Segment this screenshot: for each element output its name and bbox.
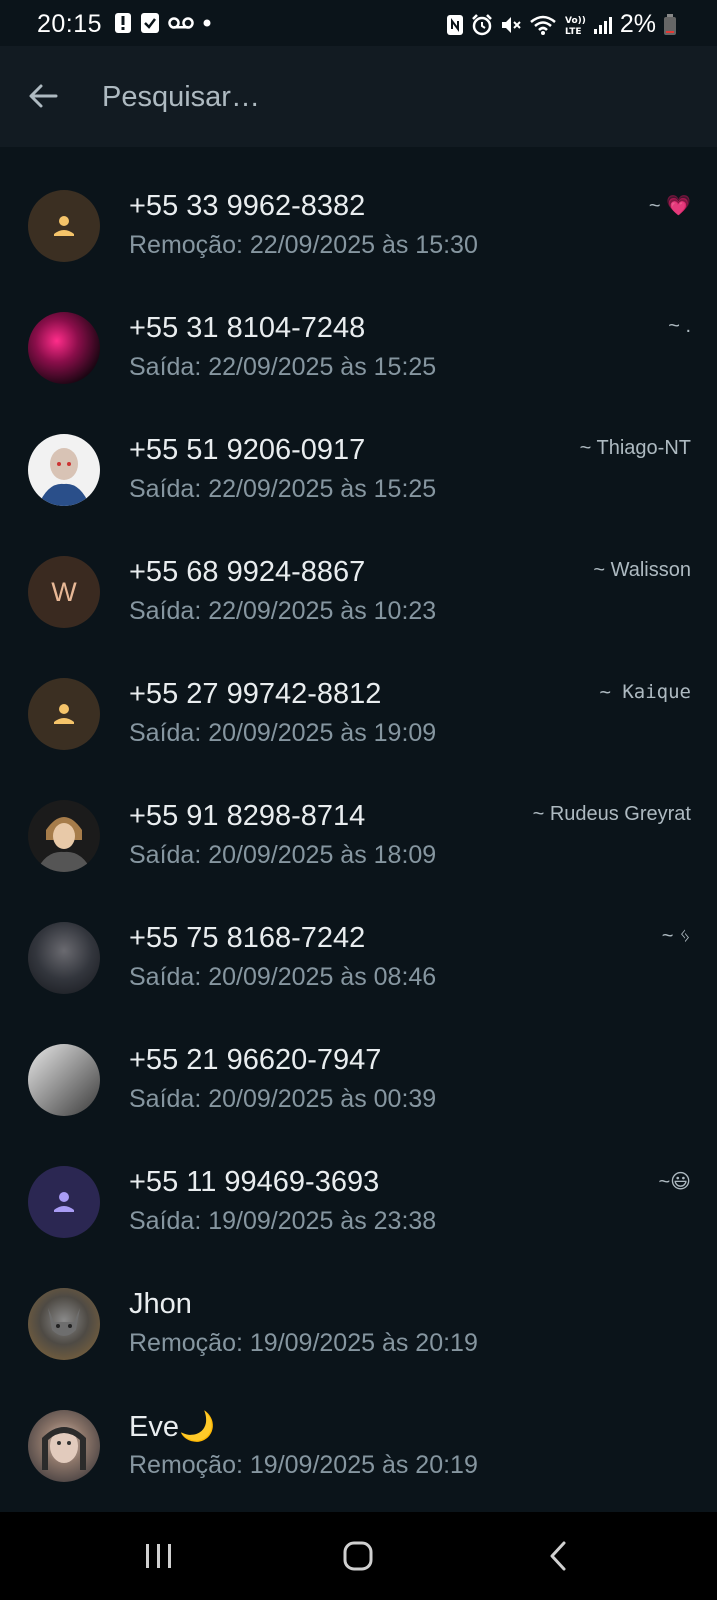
person-icon xyxy=(54,704,74,724)
contact-name: +55 33 9962-8382 xyxy=(129,190,366,222)
volte-icon: Vo)) LTE xyxy=(564,13,586,37)
battery-icon xyxy=(663,13,677,36)
alert-icon xyxy=(114,12,132,34)
search-input[interactable] xyxy=(100,74,664,120)
back-icon xyxy=(550,1541,566,1571)
list-item[interactable]: +55 91 8298-8714 Saída: 20/09/2025 às 18… xyxy=(0,775,717,897)
list-item[interactable]: +55 11 99469-3693 Saída: 19/09/2025 às 2… xyxy=(0,1141,717,1263)
contact-name: +55 27 99742-8812 xyxy=(129,678,382,710)
contact-status: Remoção: 19/09/2025 às 20:19 xyxy=(129,1451,478,1479)
contact-status: Saída: 19/09/2025 às 23:38 xyxy=(129,1207,437,1235)
contact-status: Saída: 22/09/2025 às 15:25 xyxy=(129,475,437,503)
status-time: 20:15 xyxy=(37,10,103,38)
contact-name: Jhon xyxy=(129,1288,192,1320)
push-name: ~ . xyxy=(668,315,691,337)
check-box-icon xyxy=(140,12,160,34)
contact-name: +55 21 96620-7947 xyxy=(129,1044,382,1076)
default-avatar xyxy=(28,678,100,750)
push-name: ~😃 xyxy=(658,1171,691,1193)
contact-name: Eve🌙 xyxy=(129,1411,216,1443)
photo-avatar xyxy=(28,922,100,994)
list-item[interactable]: +55 33 9962-8382 Remoção: 22/09/2025 às … xyxy=(0,165,717,287)
contact-status: Remoção: 22/09/2025 às 15:30 xyxy=(129,231,478,259)
contact-name: +55 51 9206-0917 xyxy=(129,434,366,466)
contact-status: Saída: 20/09/2025 às 18:09 xyxy=(129,841,437,869)
contact-name: +55 68 9924-8867 xyxy=(129,556,366,588)
navigation-bar xyxy=(0,1512,717,1600)
svg-text:LTE: LTE xyxy=(565,27,582,37)
dot-icon xyxy=(202,18,212,28)
push-name: ~ Walisson xyxy=(593,559,691,581)
photo-avatar xyxy=(28,434,100,506)
list-item[interactable]: W +55 68 9924-8867 Saída: 22/09/2025 às … xyxy=(0,531,717,653)
list-item[interactable]: +55 27 99742-8812 Saída: 20/09/2025 às 1… xyxy=(0,653,717,775)
avatar-image xyxy=(38,448,90,506)
list-item[interactable]: Eve🌙 Remoção: 19/09/2025 às 20:19 xyxy=(0,1385,717,1507)
push-name: ~ ᛃ xyxy=(661,925,691,947)
default-avatar xyxy=(28,1166,100,1238)
push-name: ~ Thiago-NT xyxy=(579,437,691,459)
arrow-left-icon xyxy=(29,84,58,108)
contact-list: +55 33 9962-8382 Remoção: 22/09/2025 às … xyxy=(0,165,717,1507)
contact-status: Saída: 22/09/2025 às 15:25 xyxy=(129,353,437,381)
back-button[interactable] xyxy=(24,76,64,116)
list-item[interactable]: +55 75 8168-7242 Saída: 20/09/2025 às 08… xyxy=(0,897,717,1019)
contact-status: Remoção: 19/09/2025 às 20:19 xyxy=(129,1329,478,1357)
recent-apps-icon xyxy=(146,1544,171,1568)
list-item[interactable]: +55 21 96620-7947 Saída: 20/09/2025 às 0… xyxy=(0,1019,717,1141)
home-icon xyxy=(343,1541,373,1571)
push-name: ~ Kaique xyxy=(599,681,691,703)
nav-back-button[interactable] xyxy=(538,1534,582,1578)
contact-name: +55 31 8104-7248 xyxy=(129,312,366,344)
push-name: ~ 💗 xyxy=(648,195,691,217)
avatar-image xyxy=(36,817,92,872)
contact-name: +55 11 99469-3693 xyxy=(129,1166,380,1198)
home-button[interactable] xyxy=(337,1534,381,1578)
wifi-icon xyxy=(529,14,557,36)
contact-name: +55 75 8168-7242 xyxy=(129,922,366,954)
photo-avatar xyxy=(28,1044,100,1116)
nfc-icon xyxy=(446,14,464,36)
contact-status: Saída: 20/09/2025 às 08:46 xyxy=(129,963,437,991)
photo-avatar xyxy=(28,800,100,872)
avatar-letter: W xyxy=(51,576,77,607)
photo-avatar xyxy=(28,312,100,384)
default-avatar xyxy=(28,190,100,262)
alarm-icon xyxy=(471,13,493,36)
recent-apps-button[interactable] xyxy=(137,1534,181,1578)
photo-avatar xyxy=(28,1288,100,1360)
list-item[interactable]: Jhon Remoção: 19/09/2025 às 20:19 xyxy=(0,1263,717,1385)
battery-percentage: 2% xyxy=(619,10,656,38)
svg-text:Vo)): Vo)) xyxy=(565,16,586,26)
contact-status: Saída: 20/09/2025 às 00:39 xyxy=(129,1085,437,1113)
list-item[interactable]: +55 51 9206-0917 Saída: 22/09/2025 às 15… xyxy=(0,409,717,531)
person-icon xyxy=(54,1192,74,1212)
avatar-image xyxy=(48,1308,80,1336)
mute-icon xyxy=(500,14,522,36)
search-bar xyxy=(0,46,717,147)
list-item[interactable]: +55 31 8104-7248 Saída: 22/09/2025 às 15… xyxy=(0,287,717,409)
contact-status: Saída: 20/09/2025 às 19:09 xyxy=(129,719,437,747)
avatar-image xyxy=(42,1427,86,1470)
photo-avatar xyxy=(28,1410,100,1482)
letter-avatar: W xyxy=(28,556,100,628)
status-bar: 20:15 Vo)) LTE 2% xyxy=(0,0,717,46)
voicemail-icon xyxy=(168,15,194,31)
signal-icon xyxy=(593,15,613,35)
person-icon xyxy=(54,216,74,236)
contact-name: +55 91 8298-8714 xyxy=(129,800,366,832)
push-name: ~ Rudeus Greyrat xyxy=(532,803,691,825)
contact-status: Saída: 22/09/2025 às 10:23 xyxy=(129,597,437,625)
